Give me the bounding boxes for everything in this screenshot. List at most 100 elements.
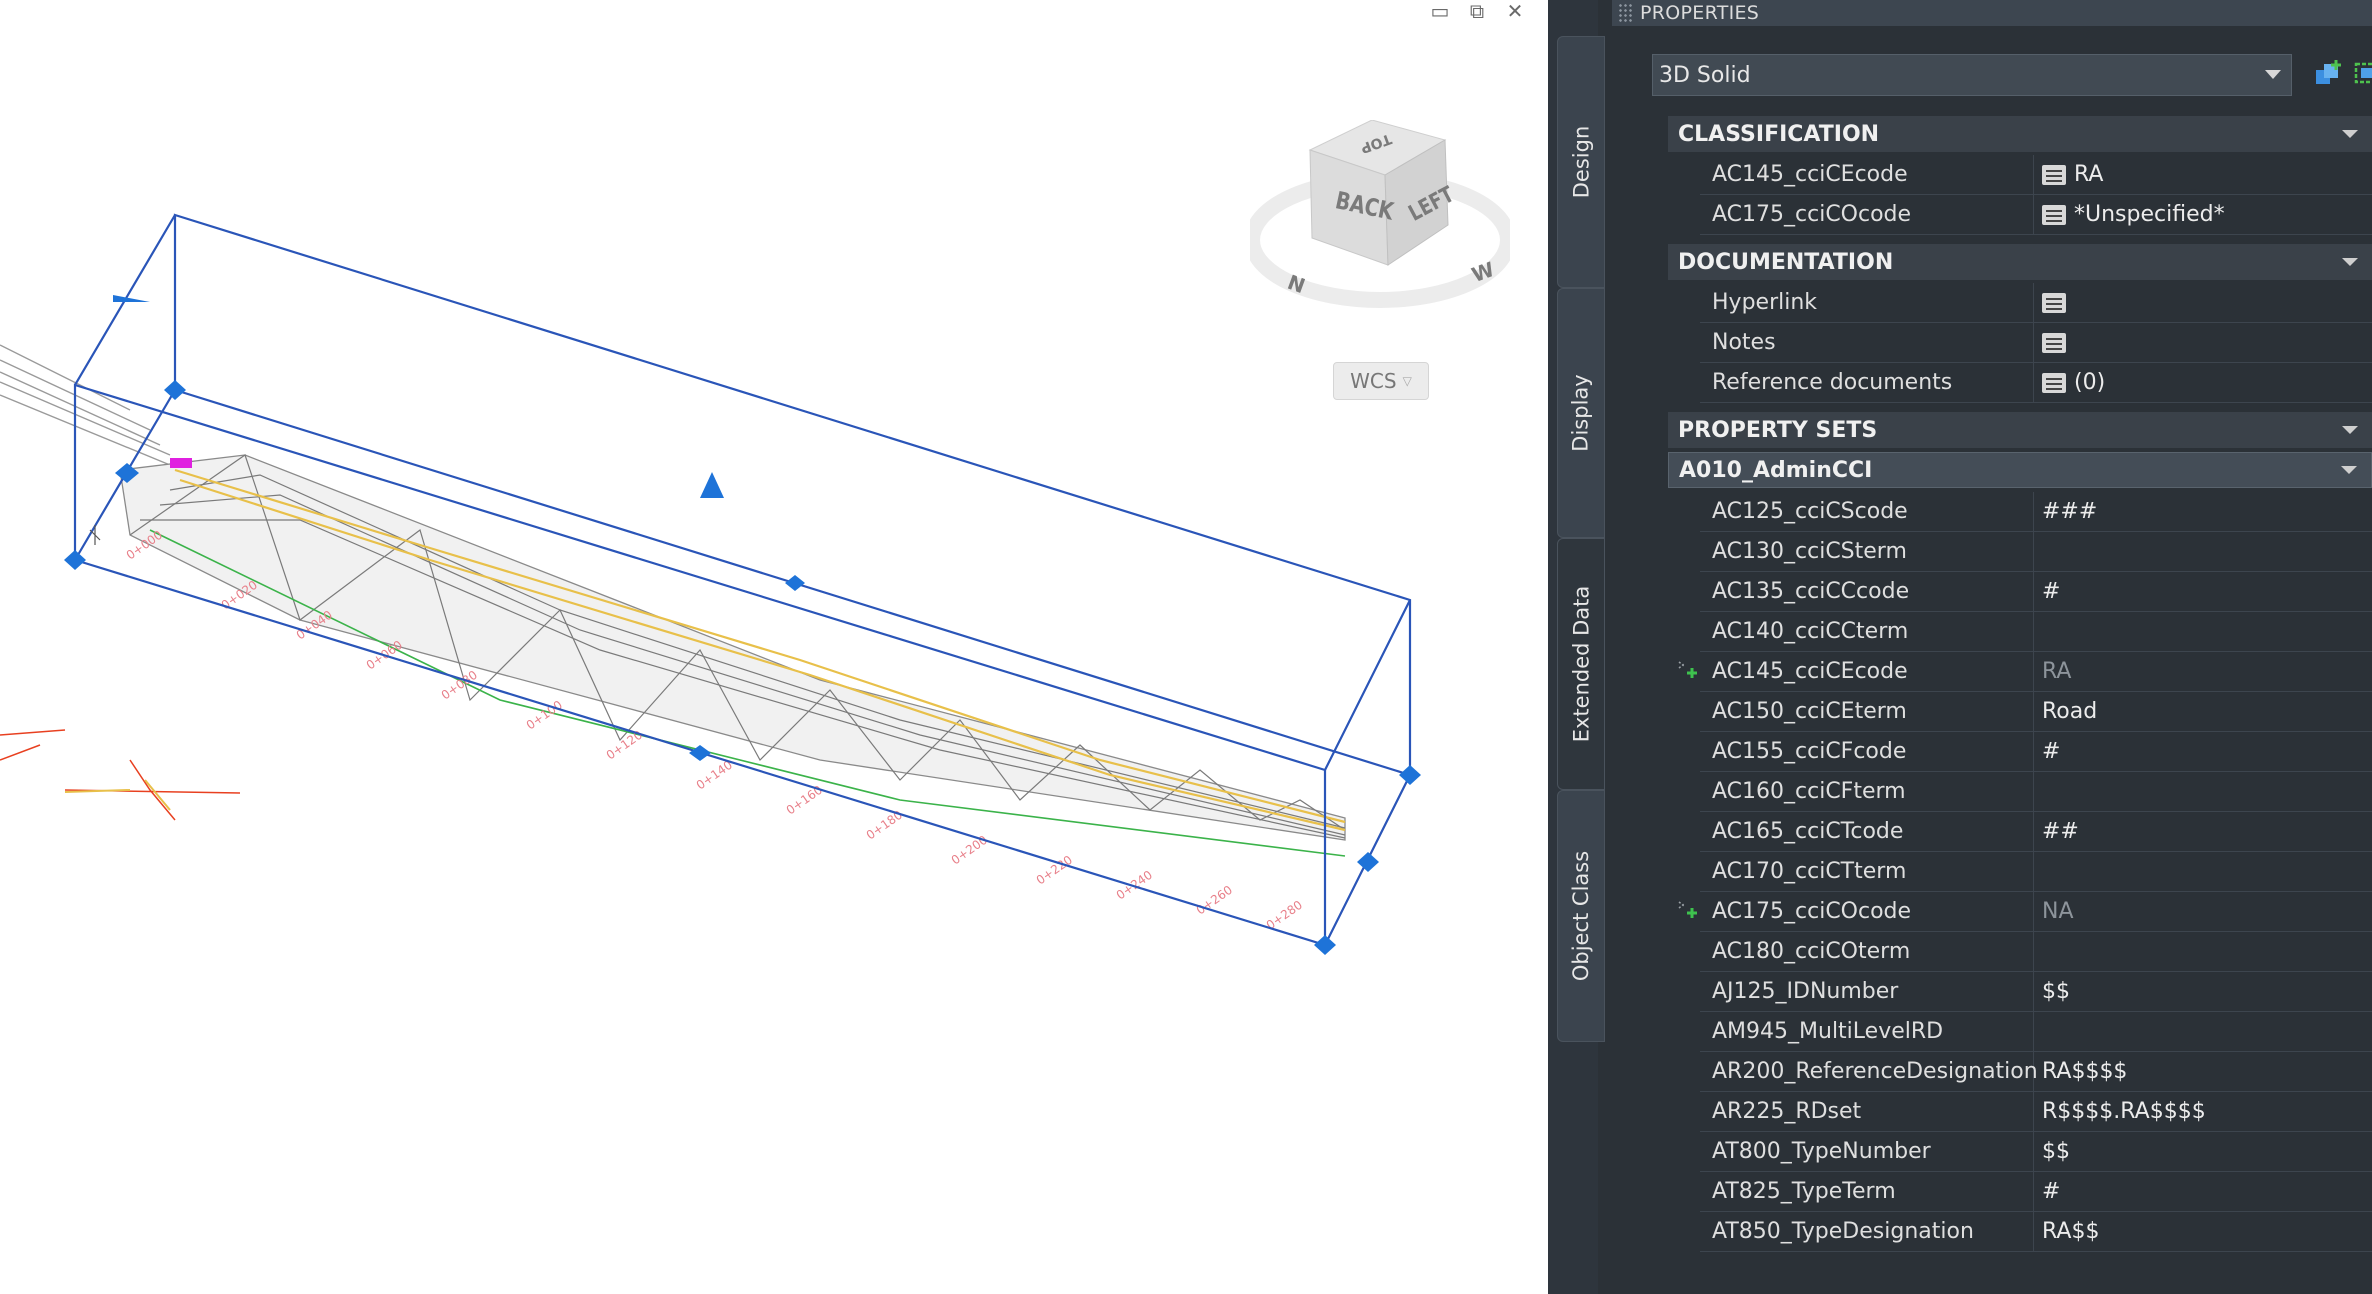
classification-row[interactable]: AC175_cciCOcode *Unspecified* (1700, 194, 2372, 235)
svg-text:0+240: 0+240 (1114, 868, 1155, 903)
quick-select-icon[interactable] (2352, 58, 2372, 92)
property-value[interactable]: $$ (2034, 1139, 2372, 1164)
selection-grips[interactable] (64, 295, 1421, 955)
property-value-cell[interactable]: RA (2034, 162, 2372, 187)
property-name: AC145_cciCEcode (1700, 154, 2034, 195)
property-set-row[interactable]: AR200_ReferenceDesignation RA$$$$ (1700, 1051, 2372, 1092)
property-value[interactable]: R$$$$.RA$$$$ (2034, 1099, 2372, 1124)
property-value[interactable]: RA$$ (2034, 1219, 2372, 1244)
property-set-row[interactable]: AC165_cciCTcode ## (1700, 811, 2372, 852)
property-value[interactable]: # (2034, 1179, 2372, 1204)
tab-display[interactable]: Display (1557, 288, 1605, 538)
palette-side-tabs: Design Display Extended Data Object Clas… (1548, 0, 1605, 1294)
property-name: AC135_cciCCcode (1700, 571, 2034, 612)
chevron-down-icon[interactable] (2342, 426, 2358, 434)
property-set-row[interactable]: AC125_cciCScode ### (1700, 491, 2372, 532)
tab-design[interactable]: Design (1557, 36, 1605, 288)
chevron-down-icon[interactable] (2341, 466, 2357, 474)
override-add-icon[interactable] (1676, 898, 1700, 922)
list-icon[interactable] (2042, 292, 2066, 313)
property-set-row[interactable]: AC170_cciCTterm (1700, 851, 2372, 892)
properties-palette: Design Display Extended Data Object Clas… (1548, 0, 2372, 1294)
property-set-row[interactable]: AC130_cciCSterm (1700, 531, 2372, 572)
property-value[interactable]: # (2034, 739, 2372, 764)
property-value: RA (2074, 162, 2104, 187)
property-name: AT800_TypeNumber (1700, 1131, 2034, 1172)
property-value[interactable]: NA (2034, 899, 2372, 924)
close-viewport-button[interactable]: ✕ (1500, 0, 1530, 23)
property-name: AJ125_IDNumber (1700, 971, 2034, 1012)
property-set-row[interactable]: AC150_cciCEterm Road (1700, 691, 2372, 732)
property-name: AC155_cciCFcode (1700, 731, 2034, 772)
documentation-row[interactable]: Reference documents (0) (1700, 362, 2372, 403)
property-value-cell[interactable]: (0) (2034, 370, 2372, 395)
property-set-row[interactable]: AT800_TypeNumber $$ (1700, 1131, 2372, 1172)
add-selected-icon[interactable] (2312, 58, 2346, 92)
property-set-row[interactable]: AC160_cciCFterm (1700, 771, 2372, 812)
property-value[interactable]: ### (2034, 499, 2372, 524)
property-set-row[interactable]: AT850_TypeDesignation RA$$ (1700, 1211, 2372, 1252)
property-name: AC125_cciCScode (1700, 491, 2034, 532)
list-icon[interactable] (2042, 372, 2066, 393)
property-set-row[interactable]: AC135_cciCCcode # (1700, 571, 2372, 612)
property-set-row[interactable]: AC180_cciCOterm (1700, 931, 2372, 972)
restore-viewport-button[interactable]: ⧉ (1462, 0, 1492, 23)
property-value-cell[interactable] (2034, 292, 2372, 313)
minimize-viewport-button[interactable]: ▭ (1425, 0, 1455, 23)
property-set-header[interactable]: A010_AdminCCI (1668, 452, 2372, 488)
property-value[interactable]: Road (2034, 699, 2372, 724)
classification-row[interactable]: AC145_cciCEcode RA (1700, 154, 2372, 195)
documentation-row[interactable]: Notes (1700, 322, 2372, 363)
override-add-icon[interactable] (1676, 658, 1700, 682)
property-set-row[interactable]: AC140_cciCCterm (1700, 611, 2372, 652)
drag-grip-icon[interactable] (1618, 3, 1632, 23)
property-set-row[interactable]: AR225_RDset R$$$$.RA$$$$ (1700, 1091, 2372, 1132)
property-name: AC175_cciCOcode (1700, 891, 2034, 932)
property-name: AC130_cciCSterm (1700, 531, 2034, 572)
property-value-cell[interactable] (2034, 332, 2372, 353)
property-value: *Unspecified* (2074, 202, 2225, 227)
wcs-label: WCS (1350, 369, 1397, 393)
classification-section-header[interactable]: CLASSIFICATION (1668, 116, 2372, 152)
property-value[interactable]: # (2034, 579, 2372, 604)
property-name: AT825_TypeTerm (1700, 1171, 2034, 1212)
property-set-row[interactable]: AT825_TypeTerm # (1700, 1171, 2372, 1212)
viewcube[interactable]: TOP BACK LEFT N W (1244, 119, 1516, 320)
tab-object-class[interactable]: Object Class (1557, 790, 1605, 1042)
property-sets-header-label: PROPERTY SETS (1678, 417, 1878, 443)
property-name: Reference documents (1700, 362, 2034, 403)
property-name: AC170_cciCTterm (1700, 851, 2034, 892)
property-value[interactable]: $$ (2034, 979, 2372, 1004)
property-set-row[interactable]: AC175_cciCOcode NA (1700, 891, 2372, 932)
model-viewport[interactable]: 0+000 0+020 0+040 0+060 0+080 0+100 0+12… (0, 0, 1548, 1294)
tab-extended-data-label: Extended Data (1569, 585, 1593, 743)
property-set-row[interactable]: AC145_cciCEcode RA (1700, 651, 2372, 692)
property-value-cell[interactable]: *Unspecified* (2034, 202, 2372, 227)
property-value[interactable]: RA (2034, 659, 2372, 684)
property-set-row[interactable]: AM945_MultiLevelRD (1700, 1011, 2372, 1052)
tab-object-class-label: Object Class (1569, 850, 1594, 982)
palette-title-bar[interactable]: PROPERTIES (1612, 0, 2372, 26)
chevron-down-icon[interactable] (2342, 258, 2358, 266)
documentation-row[interactable]: Hyperlink (1700, 282, 2372, 323)
wcs-menu[interactable]: WCS ▽ (1333, 362, 1429, 400)
property-value[interactable]: ## (2034, 819, 2372, 844)
tab-display-label: Display (1569, 374, 1594, 452)
property-name: AC175_cciCOcode (1700, 194, 2034, 235)
svg-text:0+200: 0+200 (949, 833, 990, 868)
object-type-select[interactable]: 3D Solid (1652, 54, 2292, 96)
property-name: AM945_MultiLevelRD (1700, 1011, 2034, 1052)
properties-panel: PROPERTIES 3D Solid CLASSIFICATION AC145… (1612, 0, 2372, 1294)
documentation-section-header[interactable]: DOCUMENTATION (1668, 244, 2372, 280)
chevron-down-icon[interactable] (2342, 130, 2358, 138)
list-icon[interactable] (2042, 332, 2066, 353)
list-icon[interactable] (2042, 164, 2066, 185)
property-value[interactable]: RA$$$$ (2034, 1059, 2372, 1084)
property-name: AC160_cciCFterm (1700, 771, 2034, 812)
tab-extended-data[interactable]: Extended Data (1557, 538, 1605, 790)
property-set-row[interactable]: AC155_cciCFcode # (1700, 731, 2372, 772)
property-name: AR200_ReferenceDesignation (1700, 1051, 2038, 1092)
list-icon[interactable] (2042, 204, 2066, 225)
property-sets-section-header[interactable]: PROPERTY SETS (1668, 412, 2372, 448)
property-set-row[interactable]: AJ125_IDNumber $$ (1700, 971, 2372, 1012)
